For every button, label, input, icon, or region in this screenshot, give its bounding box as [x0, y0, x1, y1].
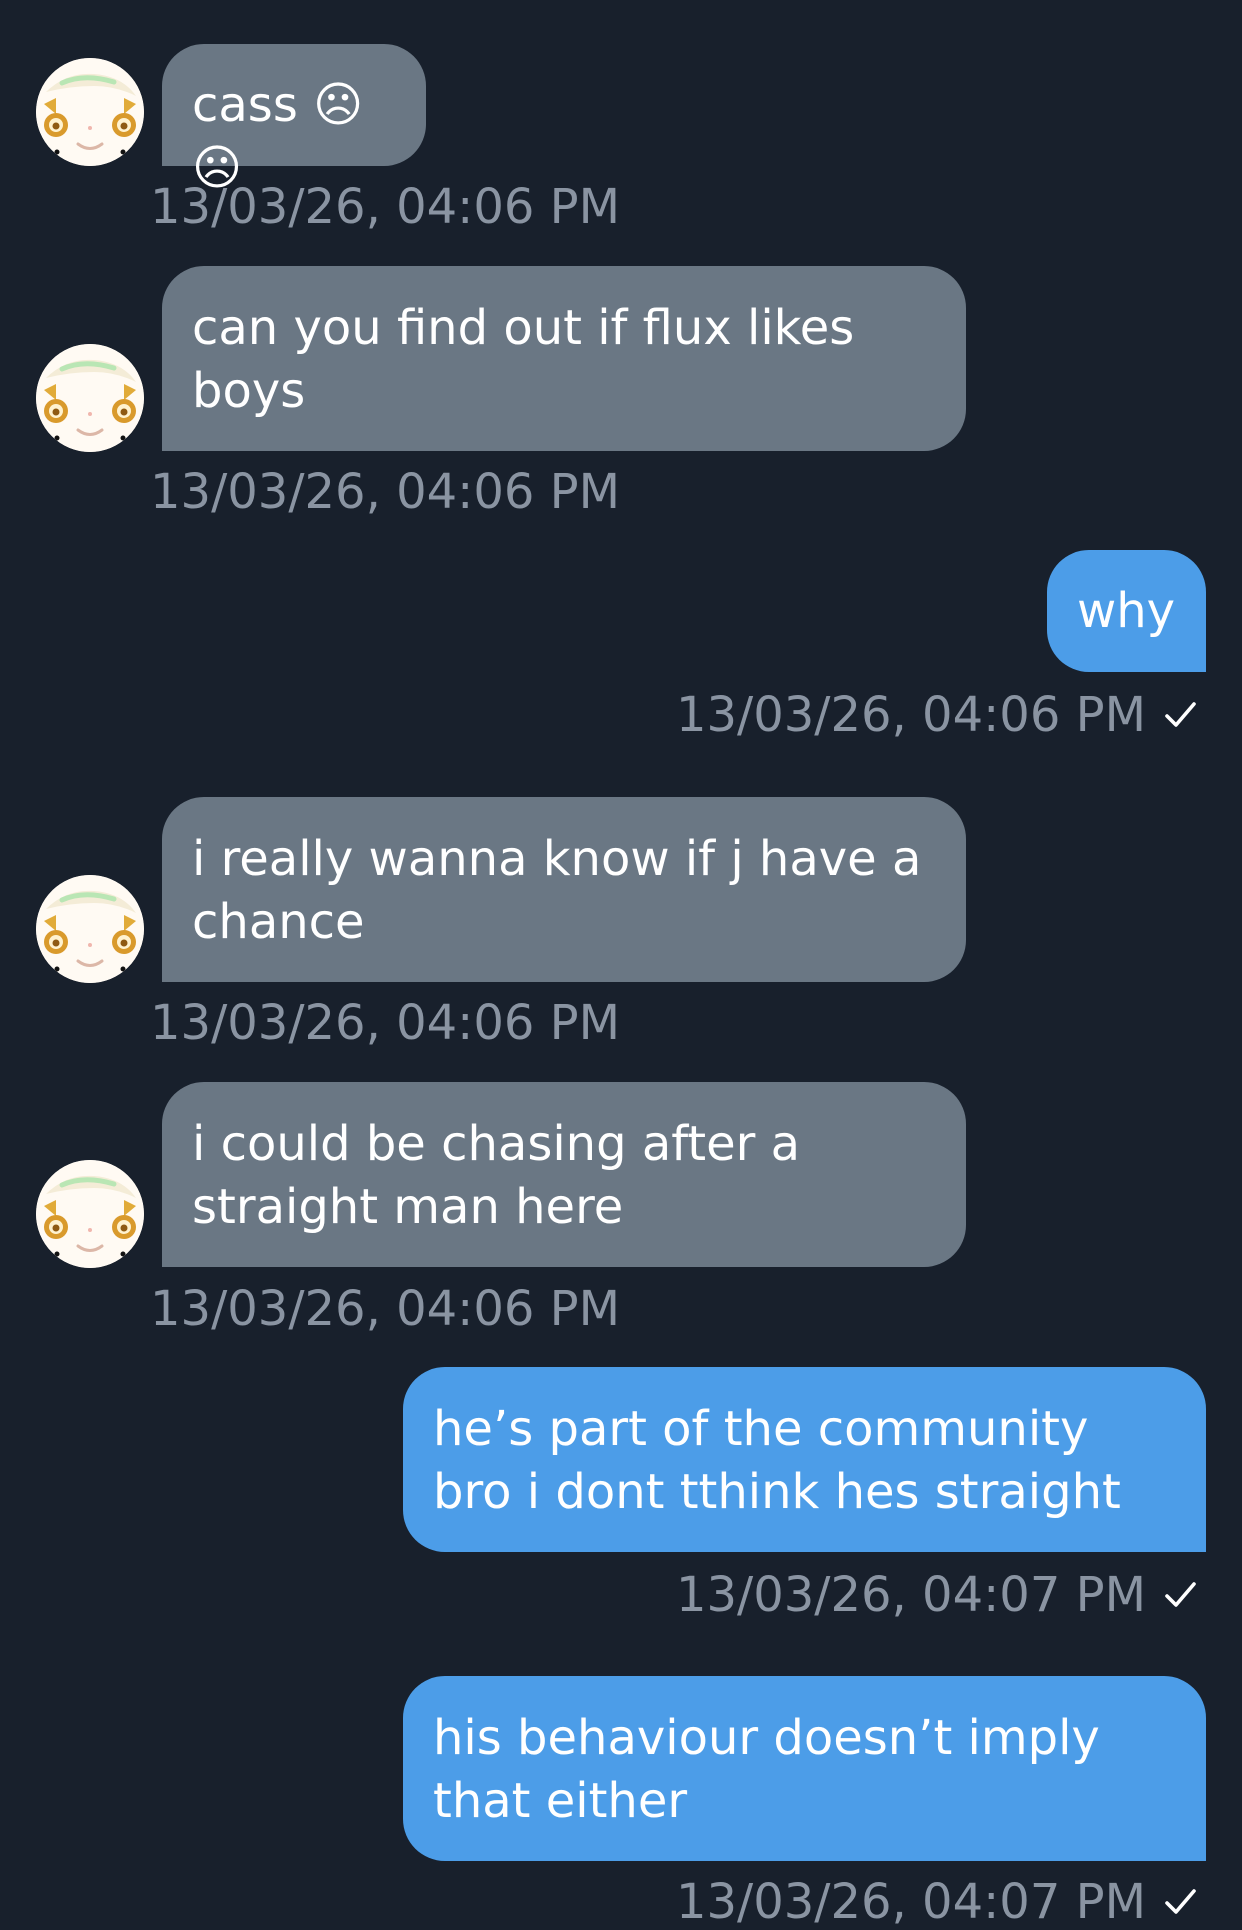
message-text: i could be chasing after a straight man … [192, 1116, 801, 1235]
contact-avatar[interactable] [36, 344, 144, 452]
message-timestamp: 13/03/26, 04:06 PM [150, 179, 621, 235]
contact-avatar[interactable] [36, 875, 144, 983]
message-timestamp: 13/03/26, 04:06 PM [150, 1281, 621, 1337]
message-timestamp: 13/03/26, 04:06 PM [150, 464, 621, 520]
message-bubble-incoming[interactable]: cass ☹☹ [162, 44, 426, 196]
message-bubble-incoming[interactable]: i could be chasing after a straight man … [162, 1082, 966, 1267]
message-timestamp: 13/03/26, 04:07 PM [675, 1567, 1146, 1623]
anime-avatar-icon [36, 875, 144, 983]
message-text: can you find out if flux likes boys [192, 300, 855, 419]
message-meta: 13/03/26, 04:07 PM [676, 1874, 1200, 1930]
anime-avatar-icon [36, 58, 144, 166]
message-bubble-outgoing[interactable]: why [1047, 550, 1206, 672]
checkmark-icon [1165, 1889, 1196, 1914]
message-bubble-outgoing[interactable]: his behaviour doesn’t imply that either [403, 1676, 1206, 1861]
message-text: his behaviour doesn’t imply that either [433, 1710, 1100, 1829]
message-bubble-incoming[interactable]: i really wanna know if j have a chance [162, 797, 966, 982]
message-meta: 13/03/26, 04:06 PM [676, 687, 1200, 743]
message-timestamp: 13/03/26, 04:07 PM [675, 1874, 1146, 1930]
message-timestamp: 13/03/26, 04:06 PM [150, 995, 621, 1051]
message-text: i really wanna know if j have a chance [192, 831, 922, 950]
message-bubble-outgoing[interactable]: he’s part of the community bro i dont tt… [403, 1367, 1206, 1552]
anime-avatar-icon [36, 344, 144, 452]
anime-avatar-icon [36, 1160, 144, 1268]
message-text: why [1077, 583, 1176, 639]
message-timestamp: 13/03/26, 04:06 PM [675, 687, 1146, 743]
message-meta: 13/03/26, 04:07 PM [676, 1567, 1200, 1623]
message-text: he’s part of the community bro i dont tt… [433, 1401, 1121, 1520]
message-bubble-incoming[interactable]: can you find out if flux likes boys [162, 266, 966, 451]
checkmark-icon [1165, 702, 1196, 727]
checkmark-icon [1165, 1582, 1196, 1607]
chat-thread[interactable]: cass ☹☹ 13/03/26, 04:06 PM can you find … [0, 0, 1242, 1930]
contact-avatar[interactable] [36, 58, 144, 166]
contact-avatar[interactable] [36, 1160, 144, 1268]
